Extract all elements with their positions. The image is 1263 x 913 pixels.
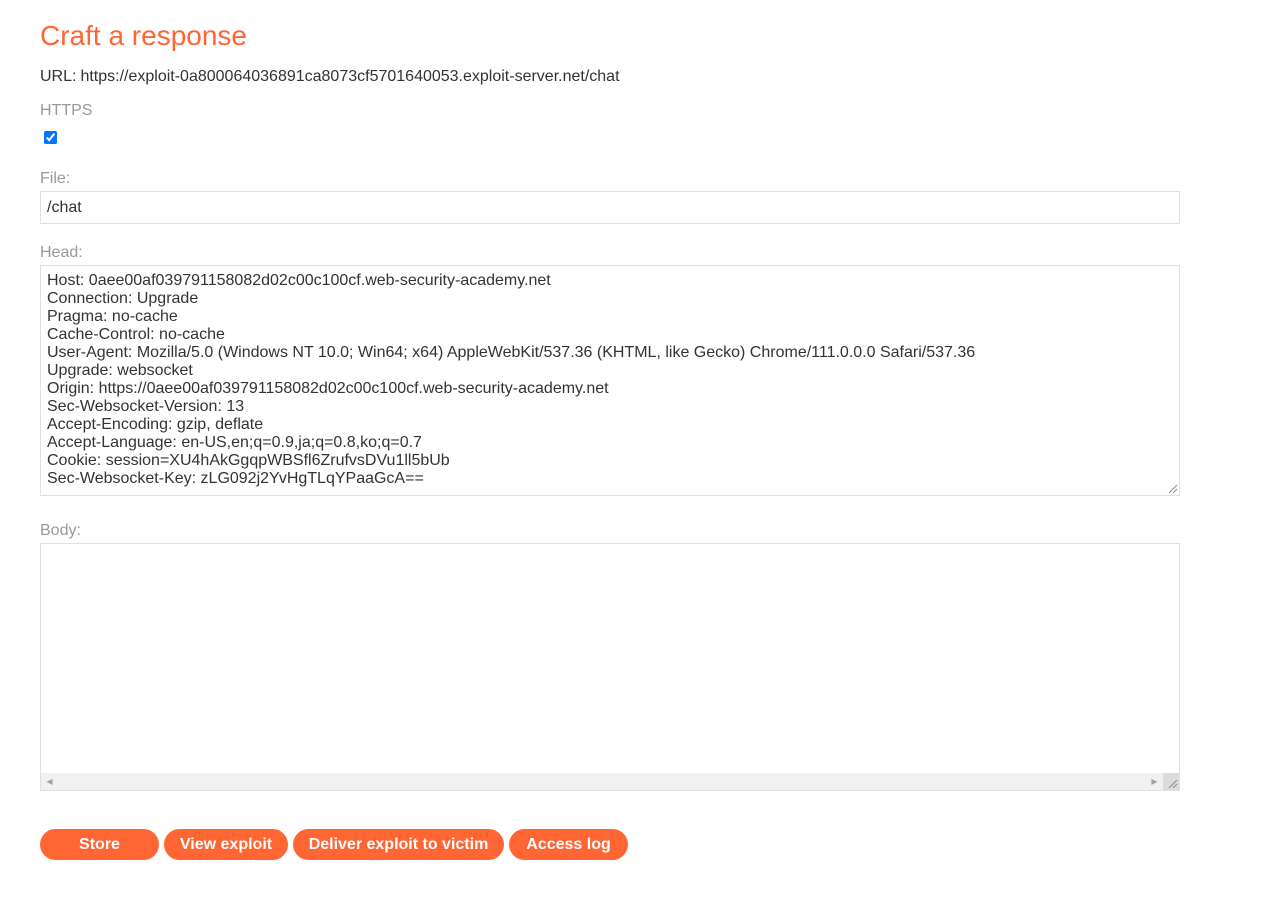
- url-line: URL: https://exploit-0a800064036891ca8073…: [40, 67, 620, 87]
- access-log-button[interactable]: Access log: [509, 829, 628, 860]
- https-label: HTTPS: [40, 102, 93, 119]
- view-exploit-button[interactable]: View exploit: [164, 829, 288, 860]
- page-title: Craft a response: [40, 20, 247, 51]
- head-label: Head:: [40, 244, 83, 261]
- scroll-right-icon[interactable]: ▶: [1146, 773, 1163, 790]
- exploit-server-form: Craft a response URL: https://exploit-0a8…: [0, 0, 1263, 913]
- file-label: File:: [40, 170, 71, 187]
- deliver-exploit-button[interactable]: Deliver exploit to victim: [293, 829, 504, 860]
- store-button[interactable]: Store: [40, 829, 159, 860]
- horizontal-scrollbar[interactable]: ◀ ▶: [41, 773, 1163, 790]
- url-value: https://exploit-0a800064036891ca8073cf57…: [80, 68, 620, 85]
- file-input[interactable]: [40, 191, 1180, 224]
- head-textarea[interactable]: Host: 0aee00af039791158082d02c00c100cf.w…: [40, 265, 1180, 496]
- scroll-corner: [1163, 773, 1179, 790]
- https-checkbox[interactable]: [44, 131, 57, 144]
- body-textarea[interactable]: [40, 543, 1180, 791]
- scroll-left-icon[interactable]: ◀: [41, 773, 58, 790]
- body-label: Body:: [40, 522, 81, 539]
- url-prefix: URL:: [40, 68, 77, 85]
